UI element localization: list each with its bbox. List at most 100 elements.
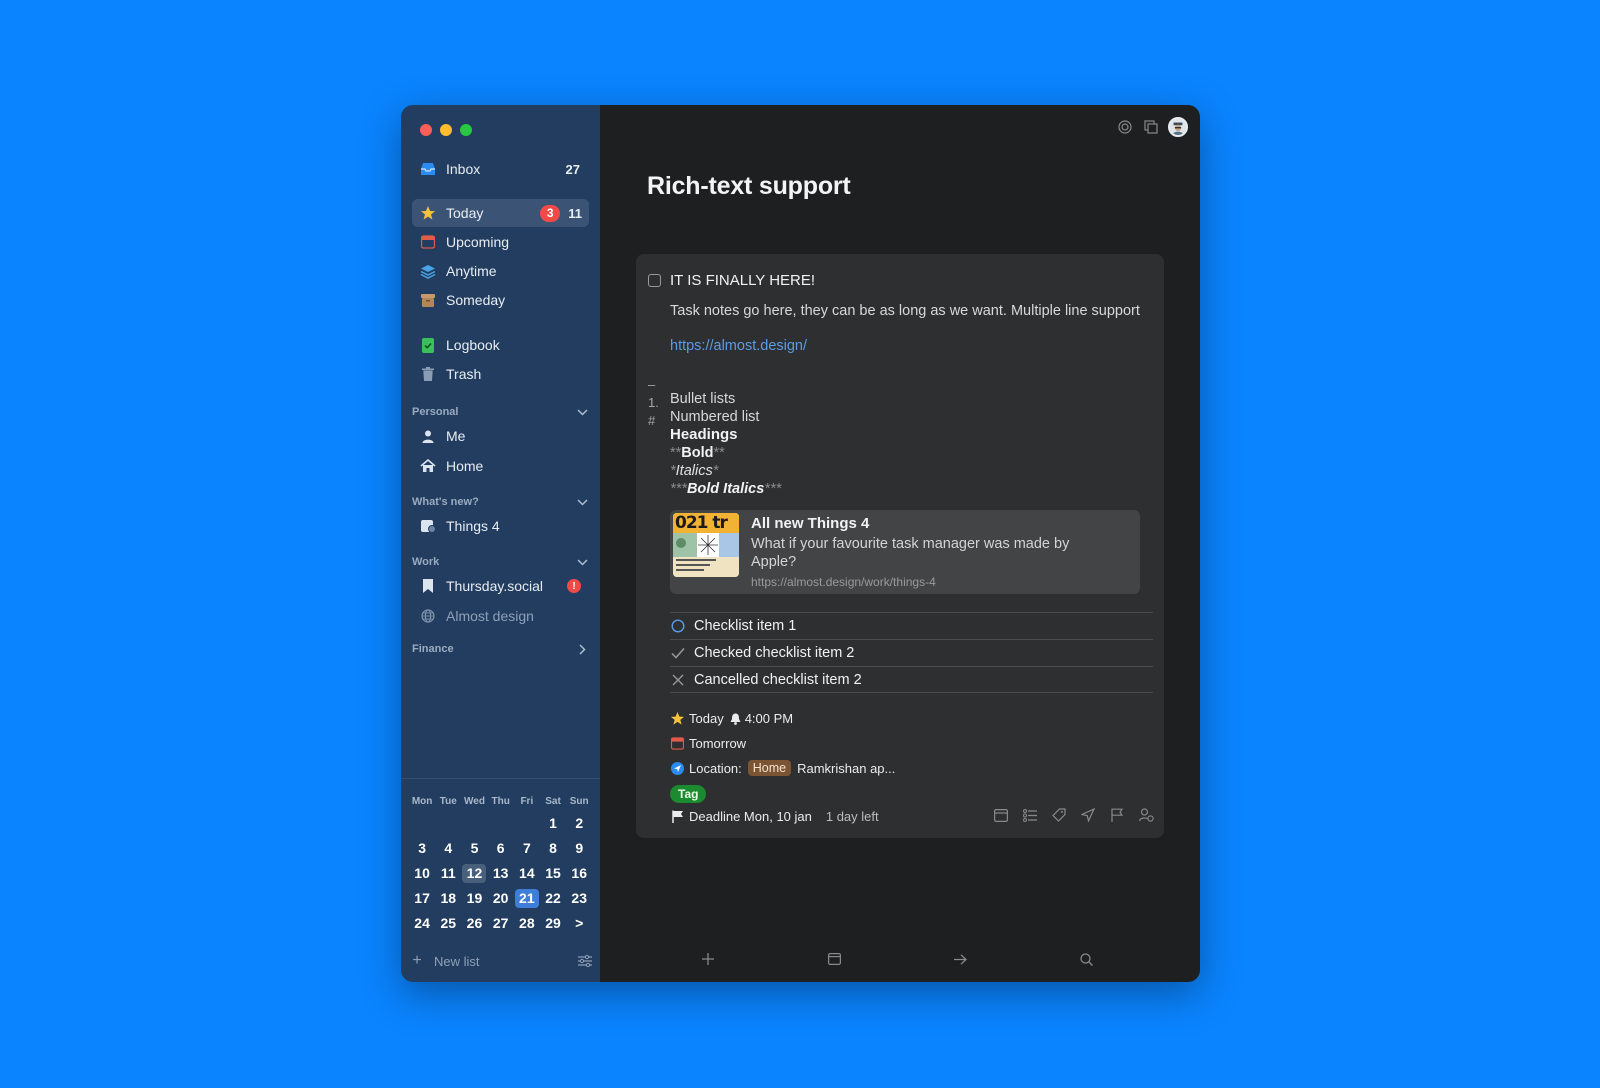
calendar-day[interactable]: 4 bbox=[435, 836, 461, 861]
search-icon[interactable] bbox=[1077, 950, 1095, 968]
task-card: IT IS FINALLY HERE! Task notes go here, … bbox=[636, 254, 1164, 838]
star-icon bbox=[420, 205, 436, 221]
calendar-day[interactable]: 19 bbox=[461, 886, 487, 911]
task-notes[interactable]: Task notes go here, they can be as long … bbox=[670, 302, 1140, 355]
calendar-day[interactable]: 23 bbox=[566, 886, 592, 911]
calendar-day[interactable]: 11 bbox=[435, 861, 461, 886]
calendar-day[interactable]: 2 bbox=[566, 811, 592, 836]
add-task-icon[interactable] bbox=[699, 950, 717, 968]
flag-icon[interactable] bbox=[1109, 807, 1125, 823]
sidebar-item-inbox[interactable]: Inbox 27 bbox=[412, 155, 589, 183]
duplicate-window-icon[interactable] bbox=[1142, 118, 1160, 136]
tag-icon[interactable] bbox=[1051, 807, 1067, 823]
calendar-weekday: Mon bbox=[411, 796, 433, 807]
when-row[interactable]: Today 4:00 PM bbox=[670, 711, 793, 726]
checklist-icon[interactable] bbox=[1022, 807, 1038, 823]
task-checkbox[interactable] bbox=[648, 274, 661, 287]
bold-italic-text: Bold Italics bbox=[686, 481, 765, 497]
assign-person-icon[interactable] bbox=[1138, 807, 1154, 823]
calendar-day[interactable]: 9 bbox=[566, 836, 592, 861]
location-icon[interactable] bbox=[1080, 807, 1096, 823]
calendar-day-number: 29 bbox=[545, 915, 561, 931]
minimize-window-button[interactable] bbox=[440, 124, 452, 136]
calendar-day[interactable]: 25 bbox=[435, 911, 461, 936]
target-icon[interactable] bbox=[1116, 118, 1134, 136]
calendar-day[interactable]: 21 bbox=[514, 886, 540, 911]
sidebar-item-thursday-social[interactable]: Thursday.social ! bbox=[412, 572, 589, 600]
calendar-day-number: 19 bbox=[466, 890, 483, 906]
calendar-day[interactable]: 28 bbox=[514, 911, 540, 936]
calendar-day[interactable]: 14 bbox=[514, 861, 540, 886]
task-title[interactable]: IT IS FINALLY HERE! bbox=[670, 272, 815, 289]
calendar-day[interactable]: 18 bbox=[435, 886, 461, 911]
calendar-day[interactable]: 27 bbox=[488, 911, 514, 936]
calendar-day[interactable]: 8 bbox=[540, 836, 566, 861]
sidebar-item-home[interactable]: Home bbox=[412, 452, 589, 480]
location-chip[interactable]: Home bbox=[747, 760, 792, 776]
calendar-day[interactable]: 3 bbox=[409, 836, 435, 861]
calendar-day[interactable]: 1 bbox=[540, 811, 566, 836]
section-finance-header[interactable]: Finance bbox=[412, 640, 589, 658]
calendar-day[interactable]: 15 bbox=[540, 861, 566, 886]
checklist-item[interactable]: Cancelled checklist item 2 bbox=[670, 666, 1153, 693]
location-row[interactable]: Location: Home Ramkrishan ap... bbox=[670, 760, 895, 776]
calendar-day[interactable]: 16 bbox=[566, 861, 592, 886]
sidebar-item-things-4[interactable]: Things 4 bbox=[412, 512, 589, 540]
checklist-item[interactable]: Checked checklist item 2 bbox=[670, 639, 1153, 666]
calendar-day[interactable]: 20 bbox=[488, 886, 514, 911]
new-list-button[interactable]: + New list bbox=[410, 951, 592, 971]
chevron-right-icon[interactable] bbox=[575, 642, 589, 656]
calendar-day[interactable]: 24 bbox=[409, 911, 435, 936]
sidebar-item-trash[interactable]: Trash bbox=[412, 360, 589, 388]
deadline-row[interactable]: Deadline Mon, 10 jan 1 day left bbox=[670, 809, 879, 824]
calendar-day[interactable]: 12 bbox=[461, 861, 487, 886]
checkmark-icon[interactable] bbox=[670, 645, 686, 661]
tag-chip[interactable]: Tag bbox=[670, 785, 707, 803]
sidebar-item-upcoming[interactable]: Upcoming bbox=[412, 228, 589, 256]
sidebar-item-me[interactable]: Me bbox=[412, 422, 589, 450]
start-date-row[interactable]: Tomorrow bbox=[670, 736, 746, 751]
calendar-day-number: 25 bbox=[440, 915, 457, 931]
chevron-down-icon[interactable] bbox=[575, 495, 589, 509]
calendar-day[interactable]: 6 bbox=[488, 836, 514, 861]
calendar-day[interactable]: 13 bbox=[488, 861, 514, 886]
arrow-right-icon[interactable] bbox=[951, 950, 969, 968]
calendar-day[interactable]: 7 bbox=[514, 836, 540, 861]
calendar-day[interactable]: 10 bbox=[409, 861, 435, 886]
circle-icon[interactable] bbox=[670, 618, 686, 634]
chevron-down-icon[interactable] bbox=[575, 405, 589, 419]
calendar-next-button[interactable]: > bbox=[566, 911, 592, 936]
calendar-day[interactable]: 26 bbox=[461, 911, 487, 936]
link-preview-card[interactable]: 021 tr All new Things 4 What if your fav… bbox=[670, 510, 1140, 594]
sidebar-item-today[interactable]: Today 3 11 bbox=[412, 199, 589, 227]
filter-settings-icon[interactable] bbox=[578, 955, 592, 967]
section-personal-header[interactable]: Personal bbox=[412, 403, 589, 421]
notes-link[interactable]: https://almost.design/ bbox=[670, 337, 1140, 355]
calendar-day-number bbox=[515, 814, 539, 833]
tags-row: Tag bbox=[670, 785, 707, 803]
avatar[interactable] bbox=[1168, 117, 1188, 137]
calendar-day[interactable]: 17 bbox=[409, 886, 435, 911]
sidebar-item-anytime[interactable]: Anytime bbox=[412, 257, 589, 285]
sidebar-item-label: Almost design bbox=[446, 608, 534, 624]
close-window-button[interactable] bbox=[420, 124, 432, 136]
sidebar-item-logbook[interactable]: Logbook bbox=[412, 331, 589, 359]
calendar-day[interactable]: 22 bbox=[540, 886, 566, 911]
calendar-day[interactable]: 29 bbox=[540, 911, 566, 936]
calendar-day-number bbox=[436, 814, 460, 833]
calendar-icon[interactable] bbox=[993, 807, 1009, 823]
calendar-day[interactable]: 5 bbox=[461, 836, 487, 861]
sidebar-item-someday[interactable]: Someday bbox=[412, 286, 589, 314]
section-work-header[interactable]: Work bbox=[412, 553, 589, 571]
calendar-day-number: 9 bbox=[575, 840, 584, 856]
checklist-item[interactable]: Checklist item 1 bbox=[670, 612, 1153, 639]
calendar-icon[interactable] bbox=[825, 950, 843, 968]
chevron-down-icon[interactable] bbox=[575, 555, 589, 569]
section-whats-new-header[interactable]: What's new? bbox=[412, 493, 589, 511]
x-icon[interactable] bbox=[670, 672, 686, 688]
sidebar-item-almost-design[interactable]: Almost design bbox=[412, 602, 589, 630]
italic-text: Italics bbox=[675, 463, 713, 479]
calendar-weekday: Thu bbox=[491, 796, 510, 807]
zoom-window-button[interactable] bbox=[460, 124, 472, 136]
link-preview-text: All new Things 4 What if your favourite … bbox=[751, 513, 1111, 591]
